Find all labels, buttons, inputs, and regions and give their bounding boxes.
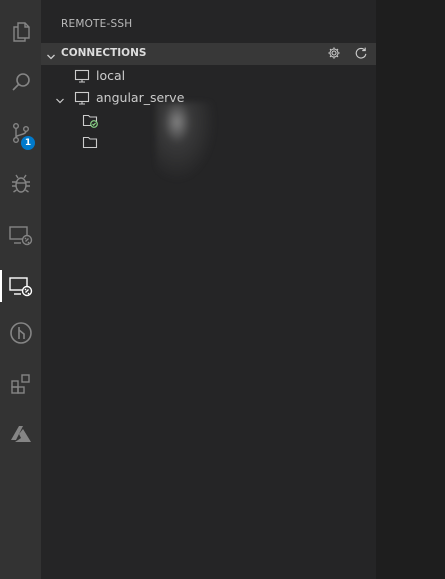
monitor-icon xyxy=(74,68,90,88)
source-control-badge: 1 xyxy=(21,136,35,150)
editor-area xyxy=(376,0,445,579)
folder-icon xyxy=(82,134,98,154)
sidebar-title: REMOTE-SSH xyxy=(61,18,133,30)
activity-explorer[interactable] xyxy=(0,8,41,56)
monitor-icon xyxy=(74,90,90,110)
vscode-window: 1 REMOTE-SSH CONNECTIONS local angular_s… xyxy=(0,0,445,579)
extensions-icon xyxy=(9,372,33,396)
folder-connected-icon xyxy=(82,112,98,132)
gear-icon xyxy=(327,45,341,64)
activity-debug[interactable] xyxy=(0,160,41,208)
git-icon xyxy=(9,321,33,345)
sidebar: REMOTE-SSH CONNECTIONS local angular_ser… xyxy=(41,0,376,579)
remote-ssh-icon xyxy=(8,274,34,298)
activity-azure[interactable] xyxy=(0,410,41,458)
activity-source-control[interactable]: 1 xyxy=(0,109,41,157)
remote-explorer-icon xyxy=(8,223,34,247)
section-title: CONNECTIONS xyxy=(61,47,147,59)
activity-git-graph[interactable] xyxy=(0,309,41,357)
tree-item-local[interactable]: local xyxy=(41,65,376,87)
refresh-icon xyxy=(354,45,368,64)
activity-remote-explorer[interactable] xyxy=(0,211,41,259)
refresh-button[interactable] xyxy=(353,46,369,62)
configure-button[interactable] xyxy=(326,46,342,62)
files-icon xyxy=(9,20,33,44)
debug-icon xyxy=(9,172,33,196)
activity-remote-ssh[interactable] xyxy=(0,262,41,310)
azure-icon xyxy=(9,424,33,444)
connections-section-header[interactable]: CONNECTIONS xyxy=(41,43,376,65)
activity-bar: 1 xyxy=(0,0,41,579)
search-icon xyxy=(9,70,33,94)
tree-item-label: local xyxy=(96,68,126,83)
redaction-blur xyxy=(156,102,216,182)
activity-extensions[interactable] xyxy=(0,360,41,408)
activity-search[interactable] xyxy=(0,58,41,106)
